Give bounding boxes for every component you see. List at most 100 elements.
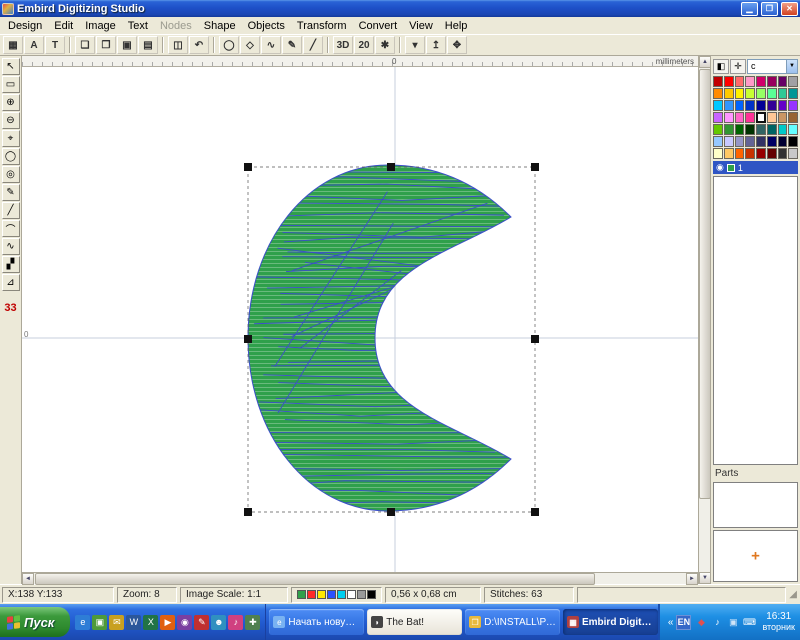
palette-swatch[interactable] <box>735 100 745 111</box>
palette-swatch[interactable] <box>788 148 798 159</box>
maximize-button[interactable]: ❐ <box>761 2 778 16</box>
palette-swatch[interactable] <box>713 124 723 135</box>
palette-swatch[interactable] <box>724 136 734 147</box>
handle-mid-right[interactable] <box>531 335 539 343</box>
handle-top-right[interactable] <box>531 163 539 171</box>
letter-a-icon[interactable]: A <box>24 36 44 54</box>
taskbar-task-embird[interactable]: ▦ Embird Digitizing Stud... <box>563 609 658 635</box>
fill-tool-icon[interactable]: ▞ <box>2 256 20 273</box>
palette-swatch[interactable] <box>778 100 788 111</box>
design-canvas[interactable]: 0 <box>22 67 698 572</box>
menu-design[interactable]: Design <box>2 19 48 33</box>
palette-swatch[interactable] <box>735 124 745 135</box>
pencil-tool-icon[interactable]: ✎ <box>282 36 302 54</box>
ellipse-tool-icon[interactable]: ◯ <box>219 36 239 54</box>
palette-swatch[interactable] <box>778 112 788 123</box>
move-icon[interactable]: ✥ <box>447 36 467 54</box>
palette-swatch[interactable] <box>745 148 755 159</box>
menu-help[interactable]: Help <box>439 19 474 33</box>
messenger-icon[interactable]: ☻ <box>211 615 226 630</box>
tray-chevron-icon[interactable]: « <box>668 617 674 628</box>
arc-tool-icon[interactable]: ⌒ <box>2 220 20 237</box>
print-icon[interactable]: ▤ <box>138 36 158 54</box>
language-indicator[interactable]: EN <box>676 615 691 630</box>
taskbar-task-thebat[interactable]: ◗ The Bat! <box>367 609 462 635</box>
palette-swatch[interactable] <box>756 100 766 111</box>
node-edit-tool-icon[interactable]: ⊿ <box>2 274 20 291</box>
palette-swatch[interactable] <box>788 76 798 87</box>
palette-swatch[interactable] <box>788 100 798 111</box>
palette-swatch[interactable] <box>724 88 734 99</box>
palette-swatch[interactable] <box>735 136 745 147</box>
freehand-tool-icon[interactable]: ✎ <box>2 184 20 201</box>
object-list-row[interactable]: ◉ 1 <box>713 161 798 174</box>
palette-swatch[interactable] <box>778 88 788 99</box>
taskbar-task-forum[interactable]: e Начать новую тему :: В... <box>269 609 364 635</box>
circle-tool-icon[interactable]: ◯ <box>2 148 20 165</box>
line-tool-icon[interactable]: ╱ <box>2 202 20 219</box>
curve-tool-icon[interactable]: ∿ <box>261 36 281 54</box>
handle-top-left[interactable] <box>244 163 252 171</box>
palette-swatch[interactable] <box>735 112 745 123</box>
palette-swatch[interactable] <box>756 76 766 87</box>
browser-icon[interactable]: ◉ <box>177 615 192 630</box>
vertical-scrollbar[interactable]: ▲ ▼ <box>698 56 710 584</box>
oval-tool-icon[interactable]: ◎ <box>2 166 20 183</box>
open-file-icon[interactable]: ❐ <box>96 36 116 54</box>
palette-swatch[interactable] <box>713 136 723 147</box>
horizontal-scroll-thumb[interactable] <box>35 573 595 585</box>
menu-transform[interactable]: Transform <box>291 19 353 33</box>
scroll-right-arrow[interactable]: ► <box>686 573 698 585</box>
palette-swatch[interactable] <box>745 100 755 111</box>
handle-top-center[interactable] <box>387 163 395 171</box>
network-icon[interactable]: ▣ <box>726 615 740 629</box>
zoom-in-tool-icon[interactable]: ⊕ <box>2 94 20 111</box>
palette-swatch[interactable] <box>735 88 745 99</box>
letter-t-icon[interactable]: T <box>45 36 65 54</box>
start-button[interactable]: Пуск <box>0 607 70 637</box>
menu-convert[interactable]: Convert <box>353 19 404 33</box>
undo-icon[interactable]: ↶ <box>189 36 209 54</box>
zoom-area-tool-icon[interactable]: ⌖ <box>2 130 20 147</box>
object-list-area[interactable] <box>713 176 798 465</box>
parts-list-area[interactable] <box>713 482 798 528</box>
volume-icon[interactable]: ♪ <box>710 615 724 629</box>
palette-swatch[interactable] <box>745 136 755 147</box>
new-file-icon[interactable]: ❏ <box>75 36 95 54</box>
palette-swatch[interactable] <box>745 124 755 135</box>
knife-tool-icon[interactable]: ╱ <box>303 36 323 54</box>
palette-swatch[interactable] <box>767 124 777 135</box>
menu-image[interactable]: Image <box>79 19 122 33</box>
handle-bottom-center[interactable] <box>387 508 395 516</box>
palette-swatch[interactable] <box>724 100 734 111</box>
stitch-20-icon[interactable]: 20 <box>354 36 374 54</box>
palette-swatch[interactable] <box>788 112 798 123</box>
scroll-left-arrow[interactable]: ◄ <box>22 573 34 585</box>
palette-swatch[interactable] <box>756 88 766 99</box>
palette-swatch[interactable] <box>745 88 755 99</box>
palette-swatch[interactable] <box>724 148 734 159</box>
palette-swatch[interactable] <box>713 148 723 159</box>
chevron-down-icon[interactable]: ▼ <box>786 60 797 73</box>
palette-swatch[interactable] <box>788 88 798 99</box>
palette-swatch[interactable] <box>778 124 788 135</box>
menu-objects[interactable]: Objects <box>242 19 291 33</box>
palette-mode-button[interactable]: ◧ <box>713 59 729 74</box>
utility-icon[interactable]: ✚ <box>245 615 260 630</box>
menu-shape[interactable]: Shape <box>198 19 242 33</box>
palette-swatch[interactable] <box>756 136 766 147</box>
taskbar-clock[interactable]: 16:31 вторник <box>759 611 795 633</box>
eye-icon[interactable]: ◉ <box>716 162 724 173</box>
close-button[interactable]: ✕ <box>781 2 798 16</box>
add-color-button[interactable]: ✛ <box>730 59 746 74</box>
palette-swatch[interactable] <box>756 148 766 159</box>
palette-swatch[interactable] <box>767 88 777 99</box>
palette-swatch[interactable] <box>713 112 723 123</box>
ie-icon[interactable]: e <box>75 615 90 630</box>
music-icon[interactable]: ♪ <box>228 615 243 630</box>
palette-swatch[interactable] <box>767 136 777 147</box>
palette-swatch[interactable] <box>713 88 723 99</box>
pointer-tool-icon[interactable]: ↖ <box>2 58 20 75</box>
palette-swatch[interactable] <box>778 148 788 159</box>
scroll-track[interactable] <box>595 573 686 584</box>
